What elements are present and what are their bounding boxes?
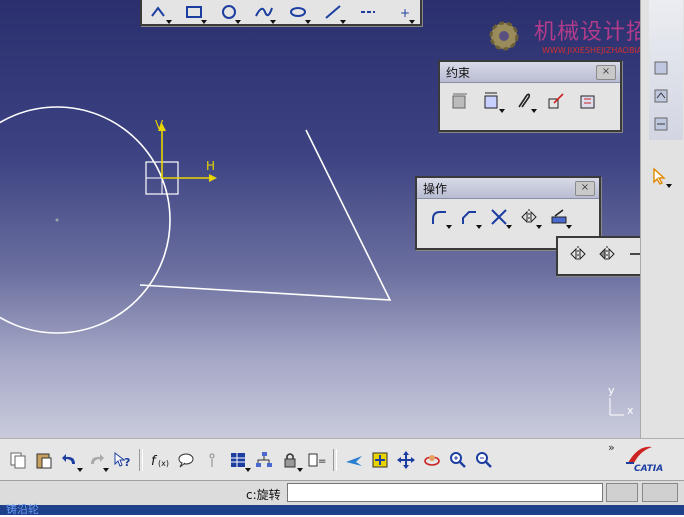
status-bar: c:旋转 <box>0 480 684 506</box>
gear-icon <box>484 16 524 56</box>
contact-constraint-icon[interactable] <box>512 89 536 113</box>
command-clear-button[interactable] <box>606 483 638 502</box>
rectangle-icon[interactable] <box>183 0 206 24</box>
right-toolbar <box>640 0 684 438</box>
table-icon[interactable] <box>226 448 250 472</box>
compass-y-label: y <box>608 384 615 397</box>
svg-text:+: + <box>400 6 410 20</box>
command-input[interactable] <box>287 483 603 502</box>
zoom-in-icon[interactable] <box>446 448 470 472</box>
fix-together-icon[interactable] <box>544 89 568 113</box>
equation-icon[interactable]: = <box>304 448 328 472</box>
top-toolbar: + <box>140 0 422 26</box>
svg-text:f: f <box>151 454 158 469</box>
bottom-toolbar: ? f(x) = » CATIA <box>0 438 684 481</box>
part-design-icon[interactable] <box>649 56 673 80</box>
constraint-toolbar: 约束 × <box>438 60 622 132</box>
compass-x-label: x <box>627 404 634 417</box>
line-icon[interactable] <box>322 0 345 24</box>
formula-icon[interactable]: f(x) <box>148 448 172 472</box>
conic-icon[interactable] <box>287 0 310 24</box>
toolbar-overflow-icon[interactable]: » <box>608 441 615 454</box>
circle-icon[interactable] <box>218 0 241 24</box>
toolbar-separator <box>139 449 143 471</box>
paste-icon[interactable] <box>32 448 56 472</box>
taskbar: 铸沿轮 <box>0 505 684 515</box>
circle-center-point <box>56 219 59 222</box>
constraint-toolbar-titlebar[interactable]: 约束 × <box>440 62 620 83</box>
sketch-polyline <box>140 130 390 300</box>
compass-axis <box>610 398 624 415</box>
zoom-out-icon[interactable] <box>472 448 496 472</box>
sketch-circle <box>0 107 170 333</box>
catia-logo-text: CATIA <box>634 464 663 474</box>
sketch-tools-icon[interactable] <box>649 112 673 136</box>
translate-icon[interactable] <box>625 242 640 266</box>
pan-icon[interactable] <box>394 448 418 472</box>
constraint-icon[interactable] <box>480 89 504 113</box>
corner-icon[interactable] <box>427 205 451 229</box>
mirror-icon[interactable] <box>566 242 590 266</box>
rotate-view-icon[interactable] <box>420 448 444 472</box>
ds-logo-icon <box>624 443 654 465</box>
knowledge-icon[interactable] <box>200 448 224 472</box>
transformation-icon[interactable] <box>517 205 541 229</box>
fit-all-icon[interactable] <box>368 448 392 472</box>
tree-icon[interactable] <box>252 448 276 472</box>
lock-icon[interactable] <box>278 448 302 472</box>
svg-text:(x): (x) <box>158 459 169 468</box>
transformation-sub-toolbar <box>556 236 640 276</box>
axis-icon[interactable] <box>357 0 380 24</box>
constraint-defined-icon[interactable] <box>448 89 472 113</box>
profile-icon[interactable] <box>148 0 171 24</box>
operation-toolbar-close-button[interactable]: × <box>575 181 595 196</box>
watermark-title: 机械设计招标网 <box>534 14 640 46</box>
svg-text:=: = <box>318 456 326 467</box>
command-options-button[interactable] <box>642 483 678 502</box>
watermark-url: WWW.JIXIESHEJIZHAOBIAO.COM <box>542 46 640 55</box>
catia-logo: CATIA <box>624 443 674 477</box>
sketch-analysis-icon[interactable] <box>649 84 673 108</box>
whats-this-icon[interactable]: ? <box>110 448 134 472</box>
symmetry-icon[interactable] <box>596 242 620 266</box>
axis-v-label: V <box>155 118 163 132</box>
redo-icon[interactable] <box>84 448 108 472</box>
trim-icon[interactable] <box>487 205 511 229</box>
constraint-toolbar-close-button[interactable]: × <box>596 65 616 80</box>
operation-toolbar-title: 操作 <box>423 180 447 197</box>
auto-constraint-icon[interactable] <box>576 89 600 113</box>
axis-h-label: H <box>206 159 215 173</box>
operation-toolbar-titlebar[interactable]: 操作 × <box>417 178 599 199</box>
undo-icon[interactable] <box>58 448 82 472</box>
constraint-toolbar-title: 约束 <box>446 64 470 81</box>
select-arrow-icon[interactable] <box>647 164 671 188</box>
project-3d-icon[interactable] <box>547 205 571 229</box>
comment-icon[interactable] <box>174 448 198 472</box>
fly-mode-icon[interactable] <box>342 448 366 472</box>
sketch-viewport[interactable]: V H y x + 约束 × 操作 <box>0 0 640 438</box>
chamfer-icon[interactable] <box>457 205 481 229</box>
command-label: c:旋转 <box>246 486 281 503</box>
copy-icon[interactable] <box>6 448 30 472</box>
point-icon[interactable]: + <box>391 0 414 24</box>
spline-icon[interactable] <box>252 0 275 24</box>
toolbar-separator <box>333 449 337 471</box>
svg-text:?: ? <box>124 456 130 469</box>
